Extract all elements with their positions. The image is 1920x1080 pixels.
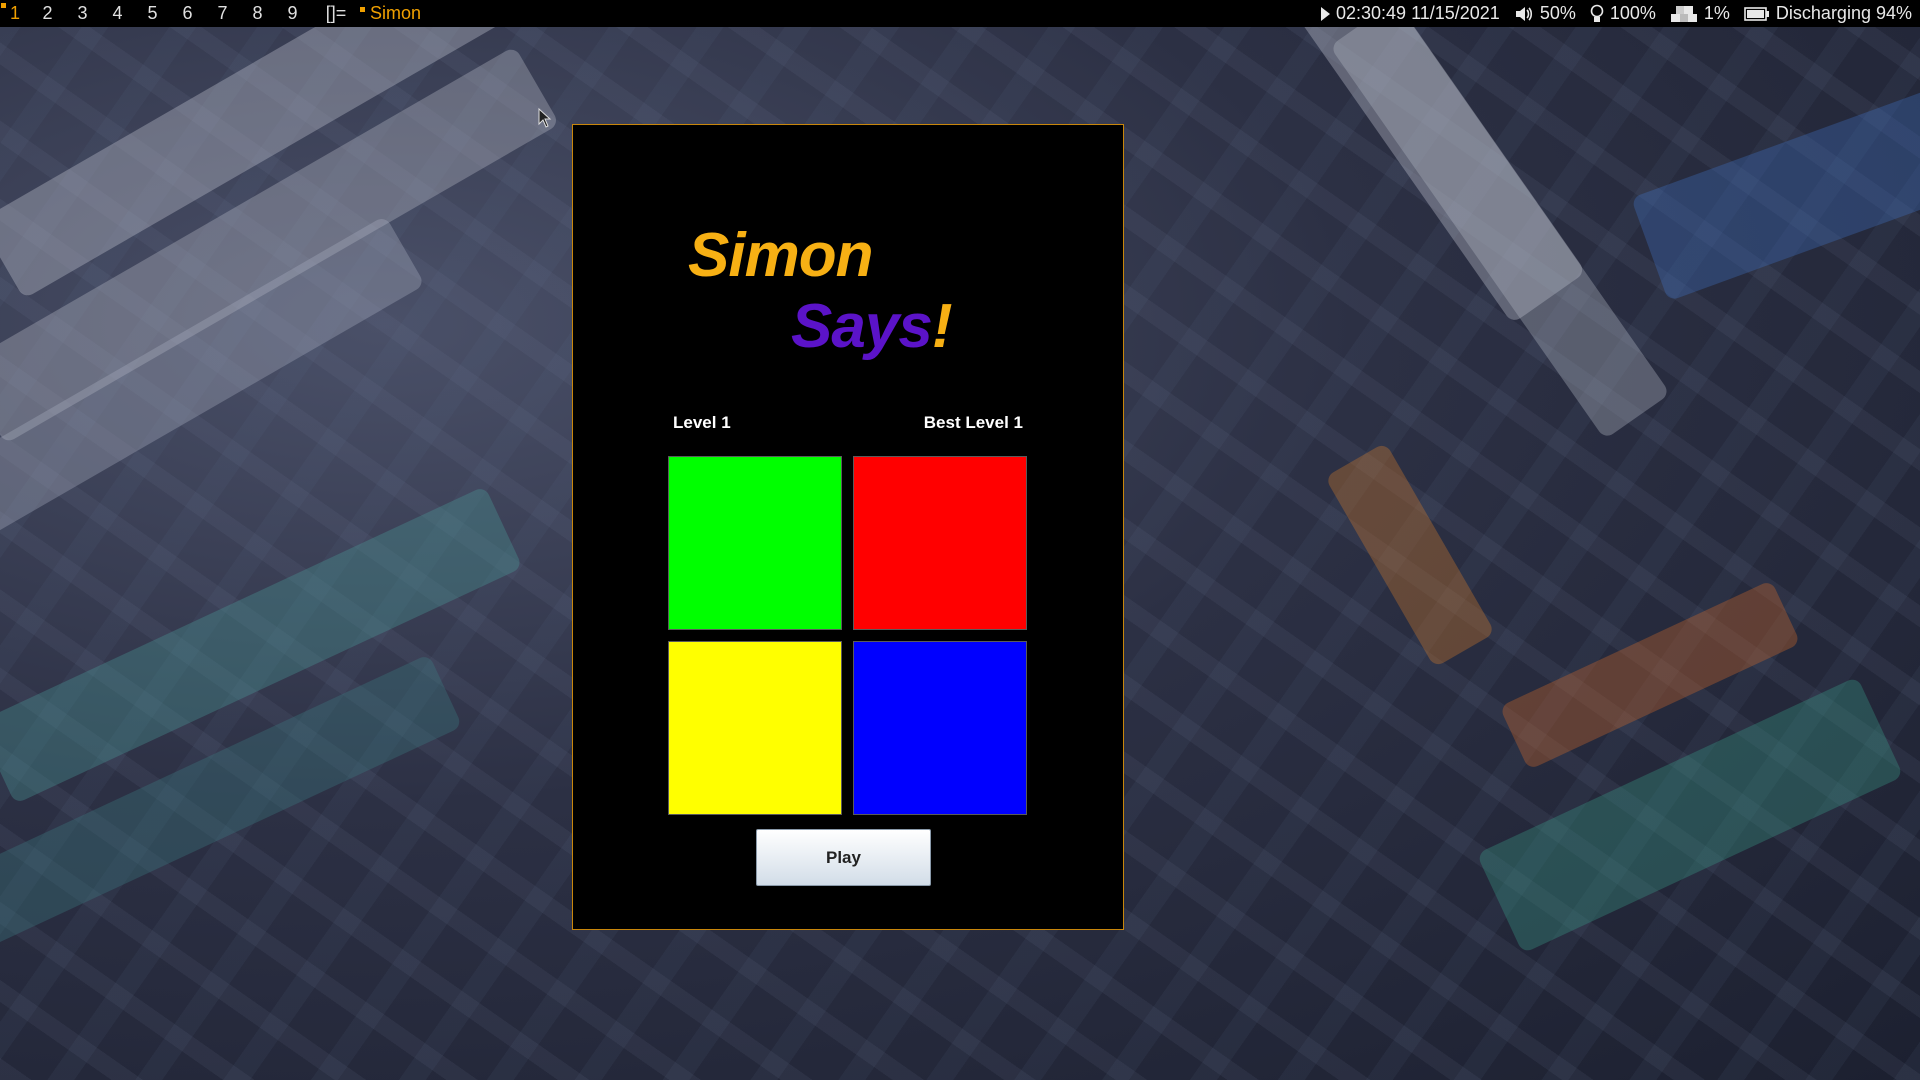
clock: 02:30:49 11/15/2021: [1321, 3, 1500, 24]
play-button[interactable]: Play: [756, 829, 931, 886]
title-exclamation: !: [931, 292, 953, 361]
status-area: 02:30:49 11/15/2021 50% 100% 1% Discharg…: [1321, 3, 1920, 24]
layout-indicator[interactable]: []=: [316, 3, 356, 24]
yellow-pad[interactable]: [668, 641, 842, 815]
cpu-status: 1%: [1670, 3, 1730, 24]
battery-status: Discharging 94%: [1744, 3, 1912, 24]
title-simon: Simon: [688, 221, 873, 290]
volume-text: 50%: [1539, 3, 1576, 23]
best-level-label: Best Level 1: [923, 413, 1023, 432]
mouse-cursor-icon: [538, 108, 552, 128]
volume-status[interactable]: 50%: [1514, 3, 1576, 24]
title-says: Says!: [791, 291, 953, 362]
workspace-7[interactable]: 7: [205, 0, 240, 27]
workspace-4[interactable]: 4: [100, 0, 135, 27]
red-pad[interactable]: [853, 456, 1027, 630]
brightness-text: 100%: [1609, 3, 1656, 23]
lightbulb-icon: [1590, 4, 1604, 22]
workspace-8[interactable]: 8: [240, 0, 275, 27]
play-triangle-icon: [1321, 6, 1330, 21]
brightness-status[interactable]: 100%: [1590, 3, 1656, 24]
workspace-1[interactable]: 1: [0, 0, 30, 27]
cpu-text: 1%: [1703, 3, 1730, 23]
workspace-2[interactable]: 2: [30, 0, 65, 27]
title-says-word: Says: [791, 292, 933, 361]
level-label: Level 1: [673, 413, 731, 432]
battery-text: Discharging 94%: [1775, 3, 1912, 23]
window-title: Simon: [358, 3, 421, 24]
workspace-list: 1 2 3 4 5 6 7 8 9 []= Simon: [0, 0, 421, 27]
green-pad[interactable]: [668, 456, 842, 630]
datetime-text: 02:30:49 11/15/2021: [1336, 3, 1500, 23]
top-bar: 1 2 3 4 5 6 7 8 9 []= Simon 02:30:49 11/…: [0, 0, 1920, 27]
speaker-icon: [1515, 6, 1532, 21]
workspace-6[interactable]: 6: [170, 0, 205, 27]
simon-window: Simon Says! Level 1 Best Level 1 Play: [572, 124, 1124, 930]
workspace-3[interactable]: 3: [65, 0, 100, 27]
cpu-icon: [1670, 5, 1697, 22]
blue-pad[interactable]: [853, 641, 1027, 815]
workspace-9[interactable]: 9: [275, 0, 310, 27]
workspace-5[interactable]: 5: [135, 0, 170, 27]
battery-icon: [1744, 6, 1769, 21]
